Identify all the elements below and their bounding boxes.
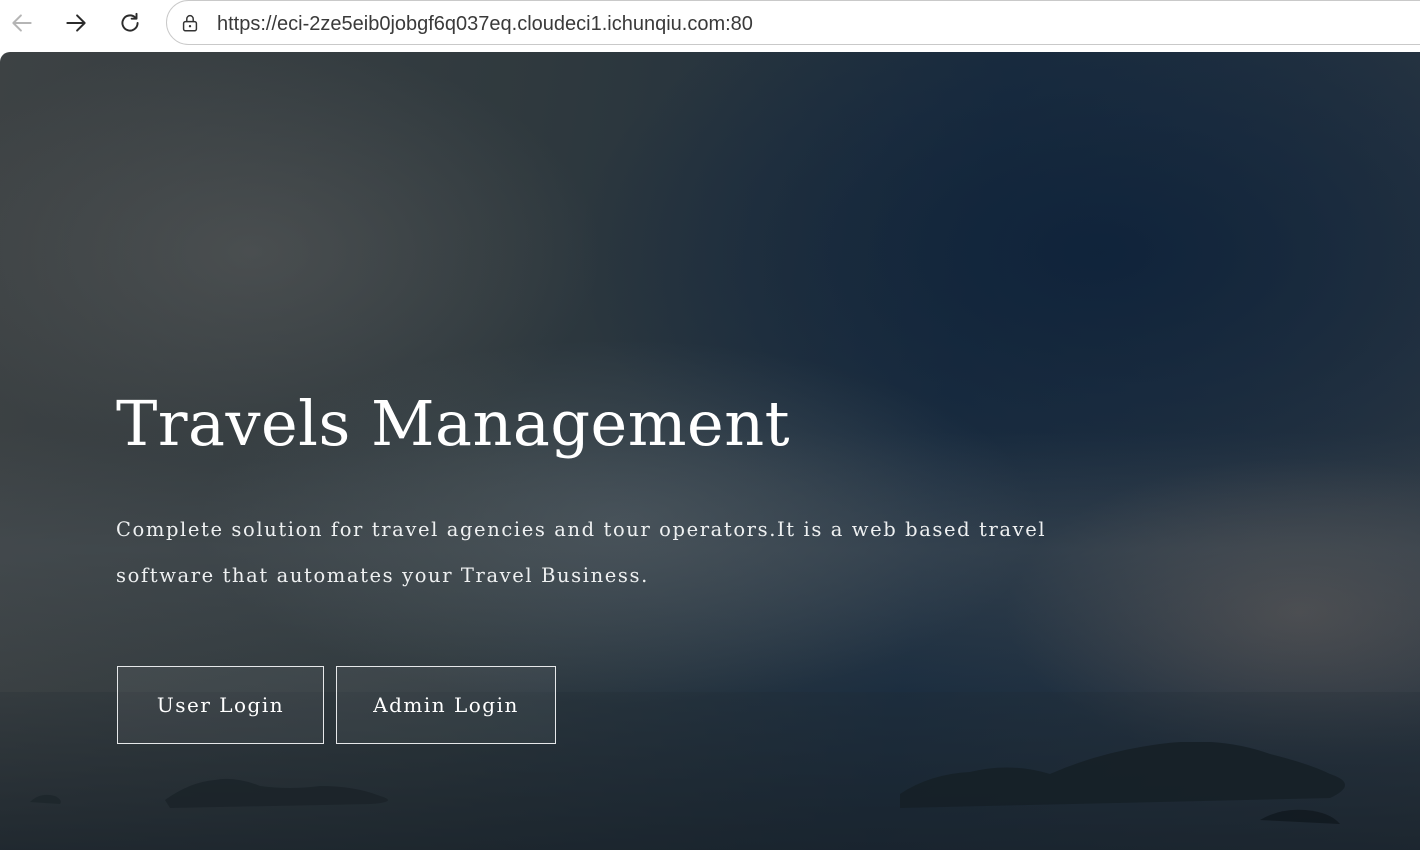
reload-button[interactable] <box>113 6 147 40</box>
hero-description: Complete solution for travel agencies an… <box>116 518 1047 587</box>
address-bar[interactable]: https://eci-2ze5eib0jobgf6q037eq.cloudec… <box>166 0 1420 45</box>
page-title: Travels Management <box>116 387 791 460</box>
back-button[interactable] <box>5 6 39 40</box>
user-login-button[interactable]: User Login <box>117 666 324 744</box>
browser-toolbar: https://eci-2ze5eib0jobgf6q037eq.cloudec… <box>0 0 1420 52</box>
background-islands <box>30 742 1345 824</box>
admin-login-button[interactable]: Admin Login <box>336 666 556 744</box>
arrow-left-icon <box>12 14 32 32</box>
url-text[interactable]: https://eci-2ze5eib0jobgf6q037eq.cloudec… <box>217 12 753 36</box>
lock-icon[interactable] <box>179 12 201 34</box>
reload-icon <box>121 12 139 32</box>
arrow-right-icon <box>66 14 86 32</box>
forward-button[interactable] <box>59 6 93 40</box>
landing-page: Travels Management Complete solution for… <box>0 52 1420 850</box>
